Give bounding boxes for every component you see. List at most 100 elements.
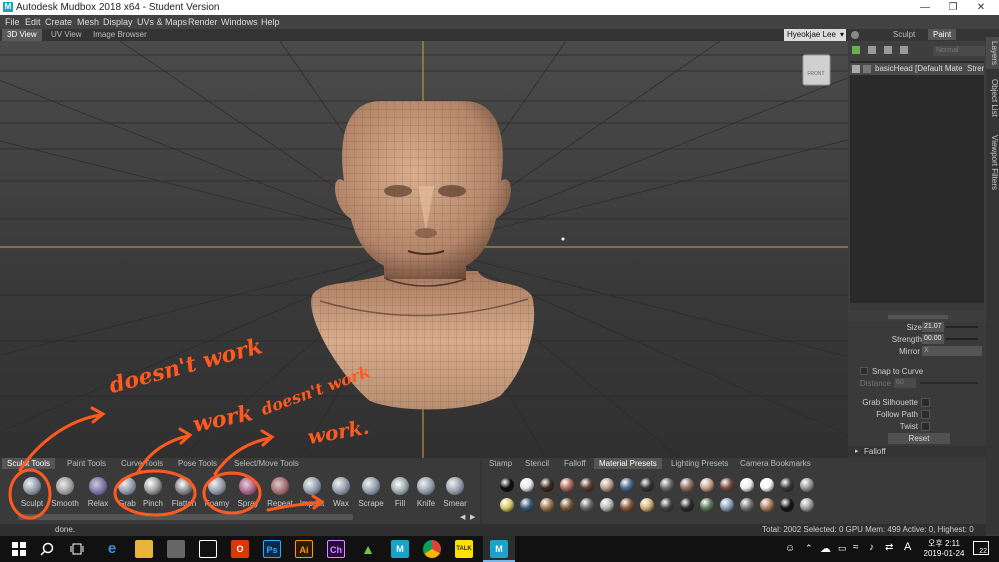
menu-help[interactable]: Help (261, 15, 280, 29)
row2-material-swatch-15[interactable] (780, 498, 794, 512)
mudbox-active-icon[interactable]: M (490, 540, 508, 558)
tab-sculpt-layers[interactable]: Sculpt (888, 29, 920, 40)
menu-mesh[interactable]: Mesh (77, 15, 99, 29)
row1-material-swatch-15[interactable] (780, 478, 794, 492)
tab-paint-layers[interactable]: Paint (928, 29, 957, 40)
row2-material-swatch-2[interactable] (520, 498, 534, 512)
tab-stamp[interactable]: Stamp (484, 458, 517, 469)
row2-material-swatch-14[interactable] (760, 498, 774, 512)
tab-image-browser[interactable]: Image Browser (88, 29, 152, 41)
side-tab-viewport-filters[interactable]: Viewport Filters (986, 127, 999, 197)
menu-file[interactable]: File (5, 15, 20, 29)
side-tab-layers[interactable]: Layers (986, 37, 999, 69)
row1-material-swatch-8[interactable] (640, 478, 654, 492)
row1-material-swatch-10[interactable] (680, 478, 694, 492)
distance-field[interactable]: 60 (894, 378, 916, 388)
viewport-3d[interactable]: FRONT (0, 41, 848, 458)
strength-field[interactable]: 00.00 (922, 334, 944, 344)
row2-material-swatch-9[interactable] (660, 498, 674, 512)
network-icon[interactable]: ≈ (853, 542, 859, 553)
twist-checkbox[interactable] (921, 422, 930, 431)
size-slider[interactable] (946, 326, 978, 328)
panel-collapse-icon[interactable] (851, 31, 859, 39)
size-field[interactable]: 21.07 (922, 322, 944, 332)
row1-material-swatch-11[interactable] (700, 478, 714, 492)
row2-material-swatch-4[interactable] (560, 498, 574, 512)
row1-material-swatch-7[interactable] (620, 478, 634, 492)
strength-slider[interactable] (946, 338, 978, 340)
kakaotalk-icon[interactable]: TALK (455, 540, 473, 558)
illustrator-icon[interactable]: Ai (295, 540, 313, 558)
chrome-icon[interactable] (423, 540, 441, 558)
tab-sculpt-tools[interactable]: Sculpt Tools (2, 458, 55, 469)
delete-layer-icon[interactable] (900, 46, 908, 54)
row1-material-swatch-14[interactable] (760, 478, 774, 492)
folder-icon[interactable] (884, 46, 892, 54)
row2-material-swatch-1[interactable] (500, 498, 514, 512)
row1-material-swatch-12[interactable] (720, 478, 734, 492)
tab-pose-tools[interactable]: Pose Tools (173, 458, 222, 469)
menu-create[interactable]: Create (45, 15, 72, 29)
menu-uvs-maps[interactable]: UVs & Maps (137, 15, 187, 29)
android-icon[interactable]: ▲ (359, 540, 377, 558)
layer-row[interactable]: basicHead [Default Mate Strer (850, 63, 984, 75)
row1-material-swatch-3[interactable] (540, 478, 554, 492)
mirror-select[interactable]: X (922, 346, 982, 356)
visibility-icon[interactable] (852, 65, 860, 73)
smear-tool-button[interactable]: Smear (438, 477, 472, 511)
row1-material-swatch-9[interactable] (660, 478, 674, 492)
search-icon[interactable] (40, 542, 54, 556)
photoshop-icon[interactable]: Ps (263, 540, 281, 558)
side-tab-object-list[interactable]: Object List (986, 73, 999, 123)
ime-indicator[interactable]: A (904, 541, 911, 553)
onedrive-icon[interactable]: ☁ (820, 542, 831, 555)
menu-windows[interactable]: Windows (221, 15, 258, 29)
people-icon[interactable]: ☺ (785, 543, 795, 554)
duplicate-layer-icon[interactable] (868, 46, 876, 54)
volume-icon[interactable]: ♪ (869, 542, 874, 553)
taskbar-date[interactable]: 2019-01-24 (920, 549, 968, 558)
layer-list[interactable]: basicHead [Default Mate Strer (850, 61, 984, 311)
row2-material-swatch-7[interactable] (620, 498, 634, 512)
tab-curve-tools[interactable]: Curve Tools (116, 458, 168, 469)
row2-material-swatch-5[interactable] (580, 498, 594, 512)
row1-material-swatch-16[interactable] (800, 478, 814, 492)
new-layer-icon[interactable] (852, 46, 860, 54)
view-cube[interactable]: FRONT (802, 54, 831, 86)
row1-material-swatch-5[interactable] (580, 478, 594, 492)
battery-icon[interactable]: ▭ (838, 543, 847, 554)
row1-material-swatch-6[interactable] (600, 478, 614, 492)
scroll-right-icon[interactable]: ▶ (470, 513, 475, 521)
layer-list-scrollbar[interactable] (850, 303, 984, 311)
start-icon[interactable] (12, 542, 26, 556)
store-icon[interactable] (167, 540, 185, 558)
reset-button[interactable]: Reset (888, 433, 950, 444)
office-icon[interactable]: O (231, 540, 249, 558)
minimize-icon[interactable]: — (911, 0, 939, 15)
scroll-left-icon[interactable]: ◀ (460, 513, 465, 521)
tab-3d-view[interactable]: 3D View (2, 29, 42, 41)
tab-uv-view[interactable]: UV View (46, 29, 87, 41)
snap-to-curve-checkbox[interactable] (860, 367, 868, 375)
mail-icon[interactable] (199, 540, 217, 558)
tab-select-move-tools[interactable]: Select/Move Tools (229, 458, 304, 469)
row2-material-swatch-6[interactable] (600, 498, 614, 512)
input-method-icon[interactable]: ⇄ (885, 542, 893, 553)
grab-silhouette-checkbox[interactable] (921, 398, 930, 407)
panel-splitter[interactable] (888, 315, 948, 319)
tab-falloff[interactable]: Falloff (559, 458, 591, 469)
mudbox-icon[interactable]: M (391, 540, 409, 558)
distance-slider[interactable] (920, 382, 978, 384)
user-dropdown[interactable]: Hyeokjae Lee ▾ (784, 29, 846, 41)
row2-material-swatch-12[interactable] (720, 498, 734, 512)
tab-lighting-presets[interactable]: Lighting Presets (666, 458, 733, 469)
edge-icon[interactable]: e (103, 540, 121, 558)
follow-path-checkbox[interactable] (921, 410, 930, 419)
menu-display[interactable]: Display (103, 15, 133, 29)
task-view-icon[interactable] (70, 542, 84, 556)
blend-mode-select[interactable]: Normal (933, 46, 985, 56)
row1-material-swatch-1[interactable] (500, 478, 514, 492)
row1-material-swatch-13[interactable] (740, 478, 754, 492)
menu-edit[interactable]: Edit (25, 15, 41, 29)
tab-camera-bookmarks[interactable]: Camera Bookmarks (735, 458, 816, 469)
